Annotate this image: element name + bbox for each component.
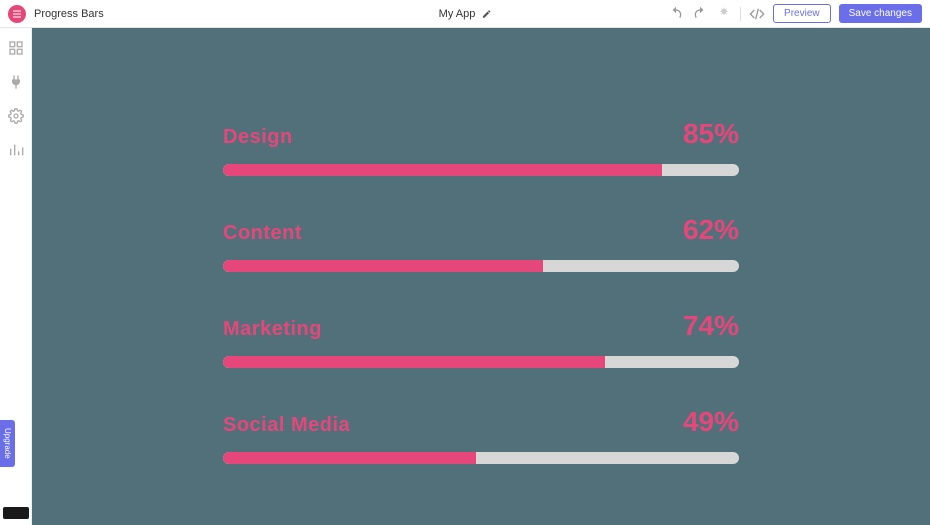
progress-bar-percent: 49%: [683, 406, 739, 438]
progress-bar-fill: [223, 164, 662, 176]
progress-bar-social-media[interactable]: Social Media 49%: [223, 406, 739, 464]
progress-bar-content[interactable]: Content 62%: [223, 214, 739, 272]
preview-button[interactable]: Preview: [773, 4, 831, 23]
toolbar-right: Preview Save changes: [668, 4, 922, 23]
save-button[interactable]: Save changes: [839, 4, 922, 23]
undo-icon[interactable]: [668, 6, 684, 22]
progress-bar-track: [223, 452, 739, 464]
analytics-icon[interactable]: [8, 142, 24, 158]
progress-bar-fill: [223, 356, 605, 368]
upgrade-button[interactable]: Upgrade: [0, 420, 15, 467]
progress-bar-label: Content: [223, 222, 302, 245]
edit-title-icon: [481, 9, 491, 19]
progress-bar-fill: [223, 260, 543, 272]
settings-arrow-icon[interactable]: [716, 6, 732, 22]
canvas-area[interactable]: Design 85% Content 62% Marketing: [32, 28, 930, 525]
app-title-wrap[interactable]: My App: [439, 8, 492, 20]
progress-bar-design[interactable]: Design 85%: [223, 118, 739, 176]
progress-bars-container: Design 85% Content 62% Marketing: [223, 118, 739, 464]
code-icon[interactable]: [749, 6, 765, 22]
progress-bar-marketing[interactable]: Marketing 74%: [223, 310, 739, 368]
progress-bar-track: [223, 260, 739, 272]
progress-bar-percent: 62%: [683, 214, 739, 246]
progress-bar-label: Design: [223, 126, 293, 149]
left-sidebar: Upgrade: [0, 28, 32, 525]
gear-icon[interactable]: [8, 108, 24, 124]
footer-badge[interactable]: [3, 507, 29, 519]
toolbar-divider: [740, 7, 741, 21]
app-title: My App: [439, 8, 476, 20]
progress-bar-track: [223, 356, 739, 368]
grid-icon[interactable]: [8, 40, 24, 56]
progress-bar-track: [223, 164, 739, 176]
top-toolbar: Progress Bars My App Preview Save change…: [0, 0, 930, 28]
redo-icon[interactable]: [692, 6, 708, 22]
breadcrumb[interactable]: Progress Bars: [34, 8, 104, 20]
progress-bar-percent: 85%: [683, 118, 739, 150]
progress-bar-label: Social Media: [223, 414, 350, 437]
progress-bar-fill: [223, 452, 476, 464]
app-logo[interactable]: [8, 5, 26, 23]
progress-bar-percent: 74%: [683, 310, 739, 342]
plug-icon[interactable]: [8, 74, 24, 90]
progress-bar-label: Marketing: [223, 318, 322, 341]
